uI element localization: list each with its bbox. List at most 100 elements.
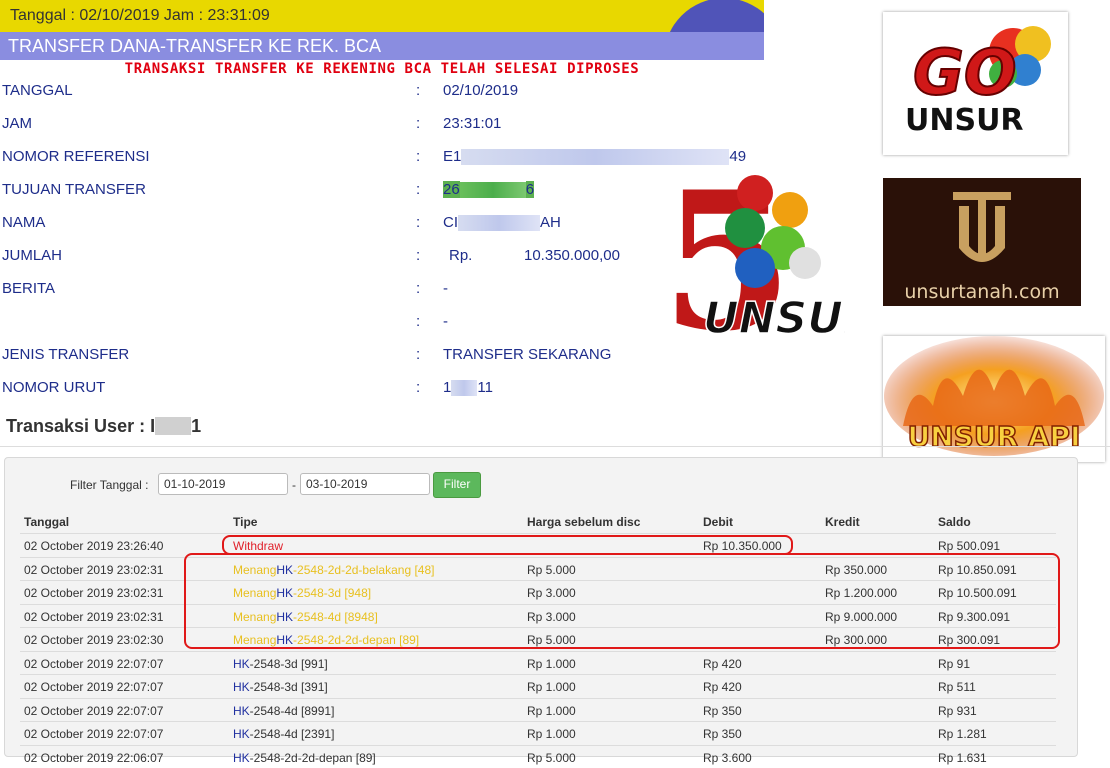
column-header-kredit: Kredit [825,515,860,529]
cell-saldo: Rp 1.281 [938,727,987,741]
gounsur-logo-graphic: GO UNSUR [883,12,1068,155]
cell-date: 02 October 2019 23:02:31 [24,586,163,600]
field-label: TUJUAN TRANSFER [2,181,146,198]
cell-date: 02 October 2019 22:07:07 [24,704,163,718]
five-unsur-text: UNSUR [703,293,845,344]
cell-harga: Rp 5.000 [527,751,576,765]
value-end: AH [540,214,561,231]
gounsur-logo: GO UNSUR [883,12,1068,155]
unsurtanah-logo: unsurtanah.com [883,178,1081,306]
redaction-blur [461,149,729,165]
redaction-blur [155,417,191,435]
cell-date: 02 October 2019 22:07:07 [24,657,163,671]
cell-saldo: Rp 500.091 [938,539,1000,553]
receipt-title-bar: TRANSFER DANA-TRANSFER KE REK. BCA [0,32,764,60]
cell-saldo: Rp 931 [938,704,977,718]
filter-button[interactable]: Filter [433,472,481,498]
gounsur-logo-go: GO [913,36,1017,109]
value-start: 1 [443,379,451,396]
cell-harga: Rp 1.000 [527,727,576,741]
receipt-datetime: Tanggal : 02/10/2019 Jam : 23:31:09 [10,7,270,25]
field-value: - [443,313,448,330]
tipe-market: HK [233,727,250,741]
field-label: BERITA [2,280,55,297]
cell-tipe[interactable]: HK-2548-4d [2391] [233,727,334,741]
cell-tipe[interactable]: HK-2548-3d [991] [233,657,328,671]
cell-date: 02 October 2019 22:07:07 [24,727,163,741]
table-row: 02 October 2019 22:06:07 HK-2548-2d-2d-de… [20,745,1056,768]
five-unsur-logo: 5 UNSUR [655,168,845,353]
field-label: JUMLAH [2,247,62,264]
gounsur-logo-unsur: UNSUR [905,103,1024,138]
cell-debit: Rp 350 [703,704,742,718]
tipe-detail: -2548-2d-2d-depan [89] [250,751,376,765]
table-row: 02 October 2019 22:07:07 HK-2548-3d [991]… [20,651,1056,675]
field-tanggal: TANGGAL : 02/10/2019 [2,80,762,104]
redaction-blur [460,182,526,198]
wins-highlight [184,553,1060,649]
tipe-detail: -2548-3d [391] [250,680,328,694]
field-berita-2: : - [2,311,762,335]
field-nomor-urut: NOMOR URUT : 111 [2,377,762,401]
receipt-status: TRANSAKSI TRANSFER KE REKENING BCA TELAH… [125,61,640,77]
field-label: NAMA [2,214,45,231]
field-value: 111 [443,379,493,396]
transactions-header: Transaksi User : I 1 [0,410,1110,447]
cell-date: 02 October 2019 22:06:07 [24,751,163,765]
field-value: TRANSFER SEKARANG [443,346,611,363]
field-value: - [443,280,448,297]
cell-debit: Rp 350 [703,727,742,741]
cell-saldo: Rp 511 [938,680,976,694]
five-unsur-logo-graphic: 5 UNSUR [655,168,845,353]
field-label: JAM [2,115,32,132]
filter-date-separator: - [292,478,296,492]
cell-tipe[interactable]: HK-2548-4d [8991] [233,704,334,718]
amount-currency: Rp. [449,247,472,264]
cell-debit: Rp 420 [703,680,742,694]
column-header-debit: Debit [703,515,733,529]
field-colon: : [416,115,420,132]
filter-date-from-input[interactable] [158,473,288,495]
redaction-blur [458,215,540,231]
column-header-harga: Harga sebelum disc [527,515,640,529]
cell-saldo: Rp 1.631 [938,751,987,765]
field-label: TANGGAL [2,82,73,99]
unsurtanah-logo-graphic: unsurtanah.com [883,178,1081,306]
value-start: E1 [443,148,461,165]
field-colon: : [416,280,420,297]
column-header-saldo: Saldo [938,515,971,529]
transactions-title: Transaksi User : I 1 [6,416,201,437]
column-header-tipe: Tipe [233,515,257,529]
transactions-title-suffix: 1 [191,416,201,436]
receipt-title: TRANSFER DANA-TRANSFER KE REK. BCA [8,36,381,57]
header-decoration [664,0,764,32]
cell-date: 02 October 2019 23:26:40 [24,539,163,553]
tipe-detail: -2548-4d [2391] [250,727,335,741]
field-nomor-referensi: NOMOR REFERENSI : E1 49 [2,146,762,170]
field-label: NOMOR REFERENSI [2,148,150,165]
field-jenis-transfer: JENIS TRANSFER : TRANSFER SEKARANG [2,344,762,368]
field-colon: : [416,181,420,198]
cell-harga: Rp 1.000 [527,704,576,718]
filter-date-to-input[interactable] [300,473,430,495]
field-tujuan-transfer: TUJUAN TRANSFER : 266 [2,179,762,203]
redaction-blur [451,380,477,396]
cell-date: 02 October 2019 23:02:30 [24,633,163,647]
table-row: 02 October 2019 22:07:07 HK-2548-4d [8991… [20,698,1056,722]
tipe-market: HK [233,657,250,671]
receipt-status-bar: TRANSAKSI TRANSFER KE REKENING BCA TELAH… [0,60,764,78]
value-start: CI [443,214,458,231]
field-value: E1 49 [443,148,746,165]
value-end: 11 [477,379,493,396]
tipe-detail: -2548-4d [8991] [250,704,335,718]
transactions-title-prefix: Transaksi User : I [6,416,155,436]
cell-tipe[interactable]: HK-2548-2d-2d-depan [89] [233,751,376,765]
field-colon: : [416,148,420,165]
field-label: JENIS TRANSFER [2,346,129,363]
field-colon: : [416,214,420,231]
column-header-tanggal: Tanggal [24,515,69,529]
cell-tipe[interactable]: HK-2548-3d [391] [233,680,328,694]
table-row: 02 October 2019 22:07:07 HK-2548-4d [2391… [20,721,1056,745]
unsurtanah-text: unsurtanah.com [904,281,1059,303]
value-end: 49 [729,148,746,165]
